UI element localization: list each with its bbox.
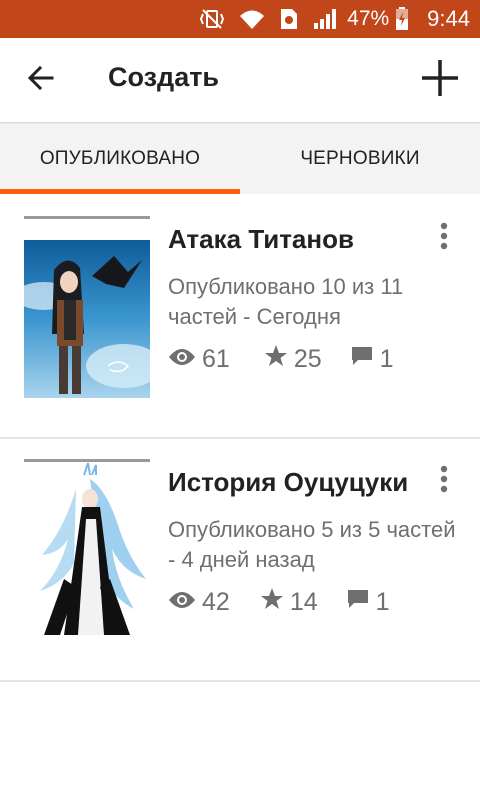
app-bar: Создать [0, 38, 480, 123]
clock: 9:44 [427, 6, 470, 31]
status-bar: 47% 9:44 [0, 0, 480, 38]
eye-icon [168, 345, 196, 374]
add-story-button[interactable] [416, 56, 464, 104]
more-vert-icon [440, 465, 448, 498]
signal-icon [313, 8, 337, 30]
story-list: Атака Титанов Опубликовано 10 из 11 част… [0, 196, 480, 682]
arrow-back-icon [26, 64, 54, 97]
battery-percent: 47% [347, 7, 390, 30]
comment-icon [350, 345, 374, 374]
comment-icon [346, 588, 370, 617]
battery-charging-icon [395, 7, 409, 31]
story-card[interactable]: История Оуцуцуки Опубликовано 5 из 5 час… [0, 439, 480, 682]
comments-count: 1 [379, 345, 394, 373]
star-icon [260, 587, 284, 618]
tab-drafts[interactable]: ЧЕРНОВИКИ [240, 124, 480, 194]
story-cover[interactable] [24, 216, 150, 398]
story-title[interactable]: Атака Титанов [168, 224, 426, 255]
sim-icon [279, 8, 299, 30]
vibrate-icon [199, 8, 225, 30]
story-meta: Опубликовано 10 из 11 частей - Сегодня [168, 274, 404, 329]
story-card[interactable]: Атака Титанов Опубликовано 10 из 11 част… [0, 196, 480, 439]
story-stats: 61 25 1 [168, 344, 394, 375]
story-meta: Опубликовано 5 из 5 частей - 4 дней наза… [168, 517, 456, 572]
page-title: Создать [108, 62, 220, 92]
votes-stat: 14 [260, 587, 318, 618]
votes-count: 14 [289, 588, 318, 616]
plus-icon [421, 59, 459, 102]
comments-stat: 1 [346, 588, 390, 617]
votes-count: 25 [293, 345, 322, 373]
story-title[interactable]: История Оуцуцуки [168, 467, 426, 498]
comments-count: 1 [375, 588, 390, 616]
views-count: 42 [202, 588, 230, 616]
views-count: 61 [202, 345, 230, 373]
star-icon [264, 344, 288, 375]
back-button[interactable] [18, 58, 62, 102]
overflow-menu-button[interactable] [430, 218, 458, 258]
story-cover[interactable] [24, 459, 150, 641]
tab-published[interactable]: ОПУБЛИКОВАНО [0, 124, 240, 194]
comments-stat: 1 [350, 345, 394, 374]
overflow-menu-button[interactable] [430, 461, 458, 501]
views-stat: 42 [168, 588, 230, 617]
tab-bar: ОПУБЛИКОВАНО ЧЕРНОВИКИ [0, 124, 480, 194]
votes-stat: 25 [264, 344, 322, 375]
tab-indicator [0, 189, 240, 194]
story-stats: 42 14 1 [168, 587, 390, 618]
more-vert-icon [440, 222, 448, 255]
wifi-icon [239, 8, 265, 30]
views-stat: 61 [168, 345, 230, 374]
eye-icon [168, 588, 196, 617]
